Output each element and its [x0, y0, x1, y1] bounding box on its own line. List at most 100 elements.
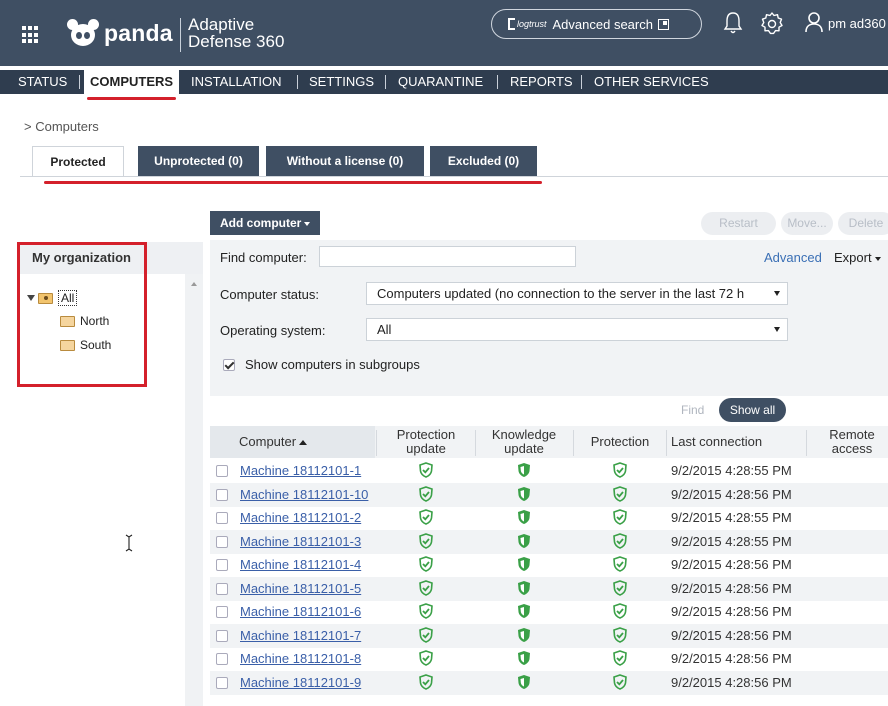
select-arrow-icon	[774, 327, 780, 332]
find-button[interactable]: Find	[681, 403, 704, 417]
computer-name-link[interactable]: Machine 18112101-6	[240, 604, 361, 619]
nav-divider	[385, 75, 386, 89]
row-checkbox[interactable]	[216, 676, 228, 689]
column-header-computer[interactable]: Computer	[210, 426, 375, 458]
select-arrow-icon	[774, 291, 780, 296]
computer-name-link[interactable]: Machine 18112101-3	[240, 534, 361, 549]
show-all-button[interactable]: Show all	[719, 398, 786, 422]
logo-divider	[180, 18, 181, 52]
column-divider	[573, 430, 574, 456]
restart-button[interactable]: Restart	[701, 212, 776, 235]
username[interactable]: pm ad360	[828, 16, 886, 31]
row-checkbox[interactable]	[216, 512, 228, 524]
computer-name-link[interactable]: Machine 18112101-8	[240, 651, 361, 666]
last-connection-value: 9/2/2015 4:28:55 PM	[671, 510, 792, 525]
column-header-last-connection[interactable]: Last connection	[668, 426, 803, 458]
nav-divider	[297, 75, 298, 89]
organization-scrollbar[interactable]	[185, 274, 203, 706]
row-checkbox[interactable]	[216, 606, 228, 618]
nav-reports[interactable]: REPORTS	[510, 70, 573, 94]
computer-status-label: Computer status:	[220, 287, 319, 302]
column-header-protection-update[interactable]: Protection update	[380, 426, 472, 458]
computer-name-link[interactable]: Machine 18112101-5	[240, 581, 361, 596]
column-divider	[475, 430, 476, 456]
row-checkbox[interactable]	[216, 629, 228, 642]
move-button[interactable]: Move...	[781, 212, 833, 235]
panda-head-icon	[66, 19, 100, 47]
scroll-up-arrow-icon[interactable]	[191, 282, 197, 286]
computer-name-link[interactable]: Machine 18112101-10	[240, 487, 368, 502]
shield-check-icon	[613, 673, 627, 690]
nav-divider	[497, 75, 498, 89]
user-icon[interactable]	[805, 11, 823, 33]
shield-half-icon	[518, 627, 530, 642]
find-computer-label: Find computer:	[220, 250, 307, 265]
computer-status-select[interactable]: Computers updated (no connection to the …	[366, 282, 788, 305]
shield-check-icon	[613, 603, 627, 619]
row-checkbox[interactable]	[216, 465, 228, 477]
row-checkbox[interactable]	[216, 535, 228, 548]
red-underline-annotation	[44, 181, 542, 184]
computer-name-link[interactable]: Machine 18112101-9	[240, 675, 361, 690]
computer-name-link[interactable]: Machine 18112101-4	[240, 557, 361, 572]
sort-ascending-icon	[299, 439, 308, 445]
shield-check-icon	[419, 650, 433, 666]
product-line-1: Adaptive	[188, 15, 255, 34]
breadcrumb[interactable]: > Computers	[24, 119, 99, 134]
operating-system-value: All	[377, 322, 392, 337]
delete-button[interactable]: Delete	[838, 212, 888, 235]
tab-protected[interactable]: Protected	[32, 146, 124, 176]
row-checkbox[interactable]	[216, 559, 228, 571]
computer-status-value: Computers updated (no connection to the …	[377, 286, 745, 301]
tab-unprotected[interactable]: Unprotected (0)	[138, 146, 259, 176]
row-checkbox[interactable]	[216, 653, 228, 665]
nav-other-services[interactable]: OTHER SERVICES	[594, 70, 709, 94]
dropdown-caret-icon	[304, 221, 311, 226]
shield-half-icon	[518, 533, 530, 548]
operating-system-select[interactable]: All	[366, 318, 788, 341]
export-button[interactable]: Export	[834, 250, 881, 265]
apps-grid-icon[interactable]	[22, 26, 40, 44]
nav-quarantine[interactable]: QUARANTINE	[398, 70, 483, 94]
column-header-protection[interactable]: Protection	[576, 426, 664, 458]
show-subgroups-checkbox[interactable]	[223, 359, 235, 371]
last-connection-value: 9/2/2015 4:28:55 PM	[671, 533, 792, 549]
column-header-knowledge-update[interactable]: Knowledge update	[478, 426, 570, 458]
gear-icon[interactable]	[760, 11, 784, 35]
nav-status[interactable]: STATUS	[18, 70, 67, 94]
red-box-annotation	[17, 242, 147, 387]
row-checkbox[interactable]	[216, 582, 228, 595]
nav-settings[interactable]: SETTINGS	[309, 70, 374, 94]
shield-half-icon	[518, 486, 530, 501]
row-checkbox[interactable]	[216, 488, 228, 501]
nav-divider	[79, 75, 80, 89]
advanced-search-button[interactable]: logtrust Advanced search	[491, 9, 702, 39]
computer-name-link[interactable]: Machine 18112101-2	[240, 510, 361, 525]
advanced-link[interactable]: Advanced	[764, 250, 822, 265]
bell-icon[interactable]	[723, 11, 743, 35]
computer-name-link[interactable]: Machine 18112101-7	[240, 628, 361, 643]
tabs-baseline	[20, 176, 888, 177]
tab-excluded[interactable]: Excluded (0)	[430, 146, 537, 176]
shield-check-icon	[613, 579, 627, 596]
find-computer-input[interactable]	[319, 246, 576, 267]
external-link-icon	[657, 18, 669, 30]
last-connection-value: 9/2/2015 4:28:56 PM	[671, 627, 792, 643]
column-divider	[666, 430, 667, 456]
nav-computers[interactable]: COMPUTERS	[84, 70, 180, 94]
shield-check-icon	[419, 556, 433, 572]
show-subgroups-label[interactable]: Show computers in subgroups	[245, 357, 420, 372]
nav-divider	[581, 75, 582, 89]
last-connection-value: 9/2/2015 4:28:56 PM	[671, 580, 792, 596]
last-connection-value: 9/2/2015 4:28:56 PM	[671, 674, 792, 690]
add-computer-button[interactable]: Add computer	[210, 211, 320, 235]
logtrust-logo: logtrust	[508, 18, 547, 30]
shield-check-icon	[419, 673, 433, 690]
tab-without-license[interactable]: Without a license (0)	[266, 146, 424, 176]
shield-half-icon	[518, 651, 530, 665]
column-divider	[806, 430, 807, 456]
shield-check-icon	[613, 556, 627, 572]
column-header-remote-access[interactable]: Remote access	[814, 426, 888, 458]
computer-name-link[interactable]: Machine 18112101-1	[240, 463, 361, 478]
nav-installation[interactable]: INSTALLATION	[191, 70, 282, 94]
